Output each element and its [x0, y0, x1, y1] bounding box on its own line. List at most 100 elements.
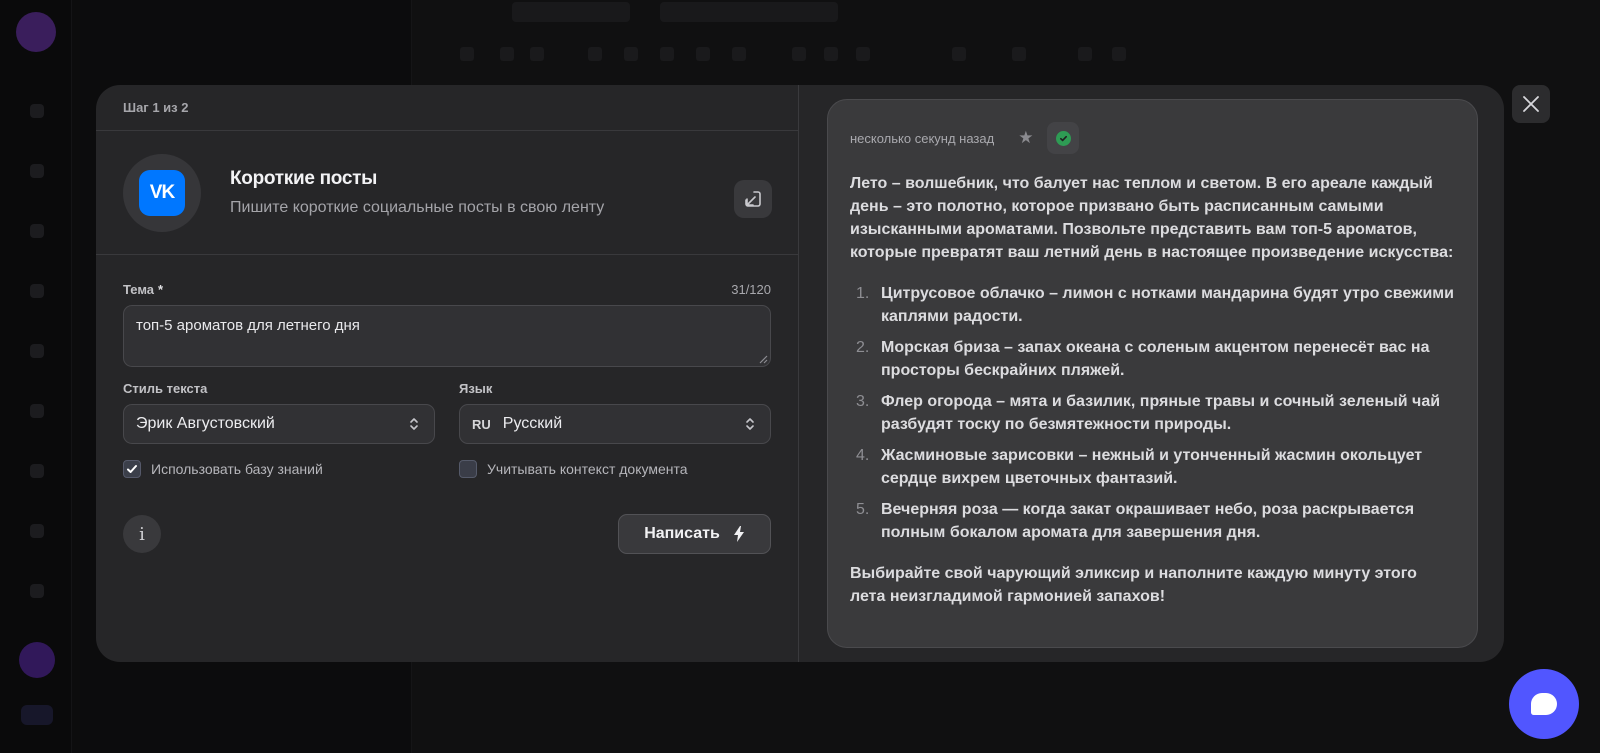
language-code: RU: [472, 416, 491, 432]
bg-doc-title: [512, 2, 630, 22]
list-item-text: Морская бриза – запах океана с соленым а…: [881, 339, 1430, 379]
generation-form: Тема * 31/120 топ-5 ароматов для летнего …: [96, 255, 798, 554]
list-item-number: 2.: [856, 339, 870, 356]
bg-nav-icon: [30, 284, 44, 298]
info-button[interactable]: i: [123, 515, 161, 553]
bg-doc-title: [660, 2, 838, 22]
bg-toolbar-icon: [824, 47, 838, 61]
modal-result-panel: несколько секунд назад ★ Лето – волшебни…: [799, 85, 1504, 662]
style-label: Стиль текста: [123, 381, 208, 396]
result-meta: несколько секунд назад ★: [850, 122, 1455, 154]
topic-label: Тема: [123, 282, 155, 297]
list-item: 1. Цитрусовое облачко – лимон с нотками …: [850, 282, 1455, 328]
bg-toolbar-icon: [660, 47, 674, 61]
bg-toolbar-icon: [1078, 47, 1092, 61]
list-item: 5. Вечерняя роза — когда закат окрашивае…: [850, 498, 1455, 544]
language-select-value: Русский: [502, 415, 563, 432]
bg-toolbar-icon: [588, 47, 602, 61]
list-item-number: 1.: [856, 285, 870, 302]
topic-input[interactable]: топ-5 ароматов для летнего дня: [123, 305, 771, 367]
list-item: 4. Жасминовые зарисовки – нежный и утонч…: [850, 444, 1455, 490]
accept-result-button[interactable]: [1047, 122, 1080, 154]
resize-handle-icon[interactable]: [758, 354, 768, 364]
options-row: Стиль текста Эрик Августовский Использов…: [123, 381, 771, 478]
result-list: 1. Цитрусовое облачко – лимон с нотками …: [850, 282, 1455, 544]
topic-label-group: Тема *: [123, 282, 163, 297]
bg-toolbar-icon: [732, 47, 746, 61]
topic-char-counter: 31/120: [731, 282, 771, 297]
app-logo: [16, 12, 56, 52]
document-context-option[interactable]: Учитывать контекст документа: [459, 460, 771, 478]
bg-nav-icon: [30, 404, 44, 418]
document-context-label: Учитывать контекст документа: [487, 461, 688, 477]
bg-nav-icon: [30, 524, 44, 538]
use-knowledge-base-option[interactable]: Использовать базу знаний: [123, 460, 435, 478]
bg-nav-icon: [30, 104, 44, 118]
bg-badge: [21, 705, 53, 725]
support-chat-button[interactable]: [1509, 669, 1579, 739]
bg-toolbar-icon: [1012, 47, 1026, 61]
chevron-updown-icon: [746, 418, 754, 430]
bg-nav-icon: [30, 464, 44, 478]
short-posts-modal: Шаг 1 из 2 VK Короткие посты Пишите коро…: [96, 85, 1504, 662]
bg-toolbar-icon: [1112, 47, 1126, 61]
style-select[interactable]: Эрик Августовский: [123, 404, 435, 444]
close-icon: [1523, 96, 1539, 112]
list-item-text: Флер огорода – мята и базилик, пряные тр…: [881, 393, 1441, 433]
template-icon-wrapper: VK: [123, 153, 201, 232]
modal-form-panel: Шаг 1 из 2 VK Короткие посты Пишите коро…: [96, 85, 799, 662]
result-text: Лето – волшебник, что балует нас теплом …: [850, 172, 1455, 608]
style-select-value: Эрик Августовский: [136, 415, 275, 432]
list-item-number: 5.: [856, 501, 870, 518]
checkmark-icon: [127, 465, 137, 473]
list-item-text: Жасминовые зарисовки – нежный и утонченн…: [881, 447, 1423, 487]
write-button[interactable]: Написать: [618, 514, 771, 554]
background-sidebar: [0, 0, 72, 753]
result-card: несколько секунд назад ★ Лето – волшебни…: [827, 99, 1478, 648]
write-button-label: Написать: [644, 525, 720, 542]
chevron-updown-icon: [410, 418, 418, 430]
template-header: VK Короткие посты Пишите короткие социал…: [96, 131, 798, 255]
open-external-icon: [745, 191, 761, 207]
form-actions: i Написать: [123, 514, 771, 554]
star-icon[interactable]: ★: [1018, 128, 1033, 148]
list-item: 2. Морская бриза – запах океана с солены…: [850, 336, 1455, 382]
bg-toolbar-icon: [500, 47, 514, 61]
check-circle-icon: [1055, 130, 1071, 146]
template-header-text: Короткие посты Пишите короткие социальны…: [230, 168, 604, 217]
bg-toolbar-icon: [696, 47, 710, 61]
bg-toolbar-icon: [856, 47, 870, 61]
step-indicator: Шаг 1 из 2: [96, 85, 798, 131]
template-title: Короткие посты: [230, 168, 378, 189]
use-knowledge-base-label: Использовать базу знаний: [151, 461, 323, 477]
document-context-checkbox[interactable]: [459, 460, 477, 478]
open-template-button[interactable]: [734, 180, 772, 218]
language-column: Язык RU Русский Учитывать контекст докум…: [459, 381, 771, 478]
bg-user-avatar: [19, 642, 55, 678]
bg-nav-icon: [30, 344, 44, 358]
bg-toolbar-icon: [624, 47, 638, 61]
required-mark: *: [158, 282, 164, 297]
use-knowledge-base-checkbox[interactable]: [123, 460, 141, 478]
list-item-number: 3.: [856, 393, 870, 410]
style-column: Стиль текста Эрик Августовский Использов…: [123, 381, 435, 478]
result-timestamp: несколько секунд назад: [850, 130, 995, 146]
list-item-number: 4.: [856, 447, 870, 464]
topic-label-row: Тема * 31/120: [123, 282, 771, 297]
bg-toolbar-icon: [530, 47, 544, 61]
list-item-text: Цитрусовое облачко – лимон с нотками ман…: [881, 285, 1454, 325]
close-modal-button[interactable]: [1512, 85, 1550, 123]
result-intro: Лето – волшебник, что балует нас теплом …: [850, 175, 1454, 261]
result-closing: Выбирайте свой чарующий эликсир и наполн…: [850, 565, 1417, 605]
topic-input-value: топ-5 ароматов для летнего дня: [136, 317, 360, 334]
bolt-icon: [733, 526, 744, 542]
language-select[interactable]: RU Русский: [459, 404, 771, 444]
info-icon: i: [139, 523, 145, 545]
bg-nav-icon: [30, 224, 44, 238]
bg-nav-icon: [30, 164, 44, 178]
bg-toolbar-icon: [792, 47, 806, 61]
chat-bubble-icon: [1531, 693, 1557, 715]
bg-toolbar-icon: [952, 47, 966, 61]
list-item: 3. Флер огорода – мята и базилик, пряные…: [850, 390, 1455, 436]
language-label: Язык: [459, 381, 493, 396]
